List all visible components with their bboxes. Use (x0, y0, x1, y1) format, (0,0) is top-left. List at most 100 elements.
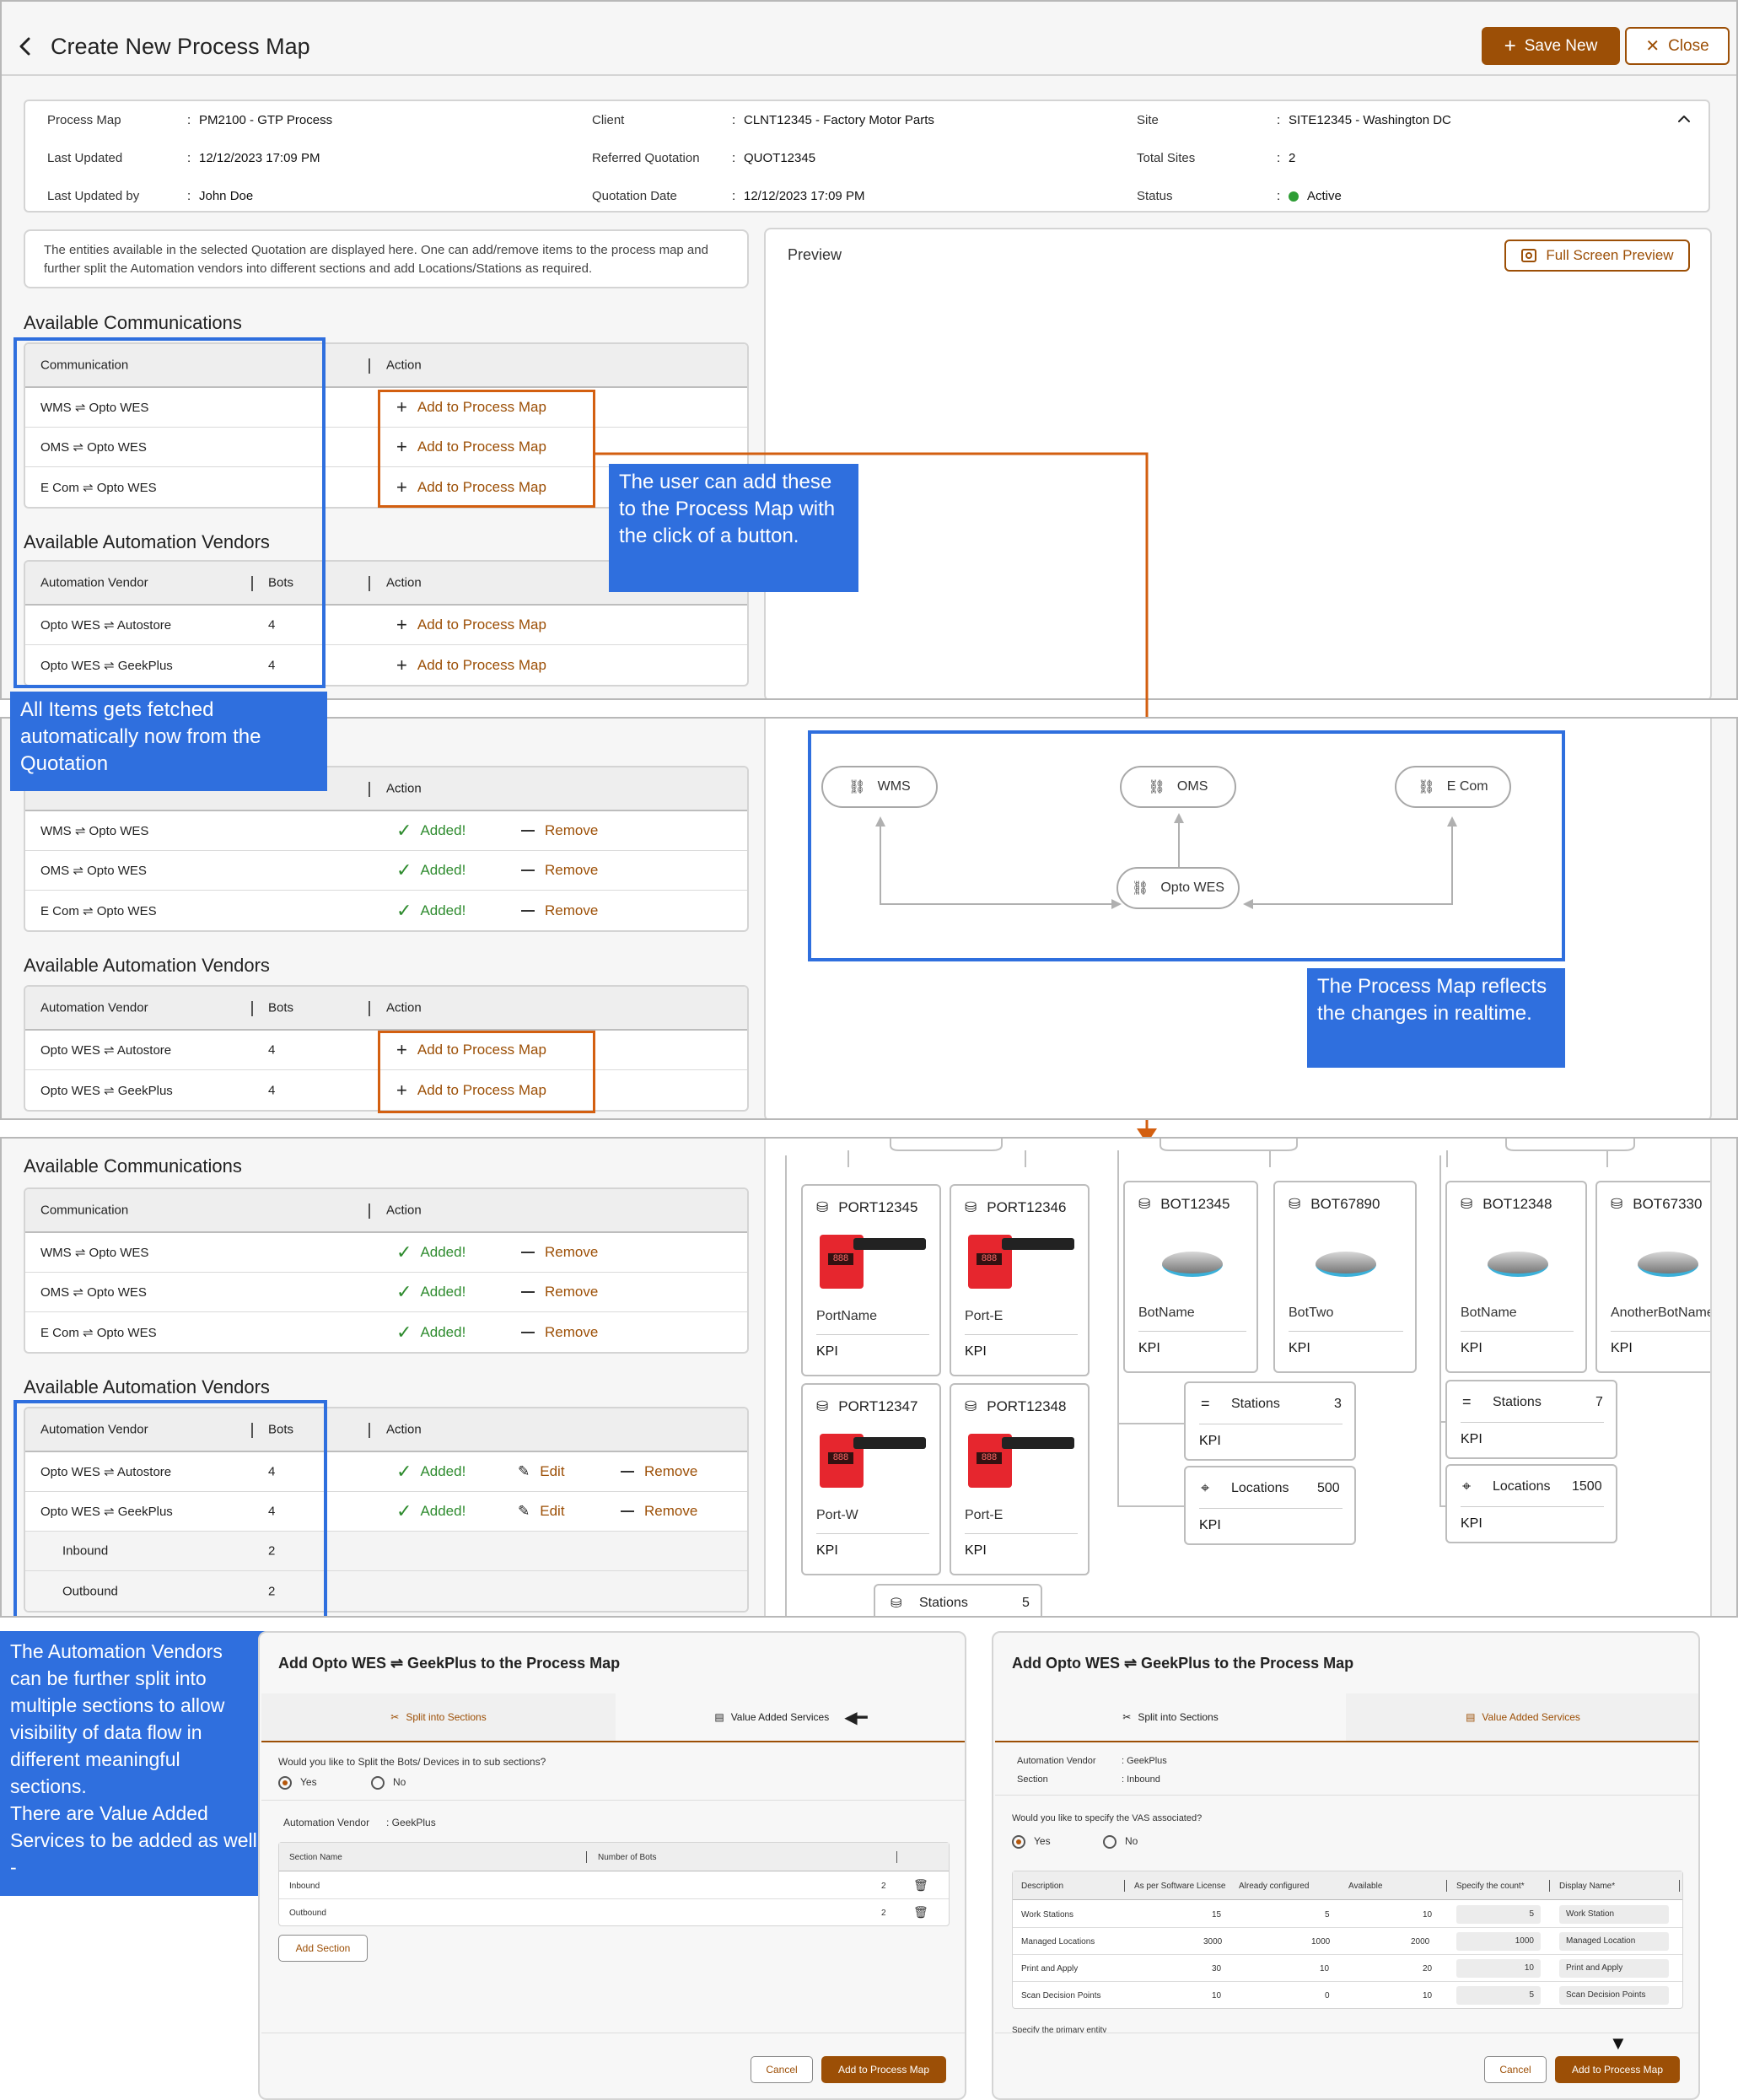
port-name: Port-E (965, 1508, 1004, 1522)
bot-card[interactable]: ⛁ BOT67330 AnotherBotName KPI (1595, 1181, 1710, 1373)
vendor-name: Opto WES ⇌ Autostore (40, 1043, 172, 1058)
radio-empty-icon (1103, 1835, 1117, 1849)
robot-image (1638, 1252, 1698, 1277)
communication-name: OMS ⇌ Opto WES (40, 864, 147, 878)
radio-yes[interactable]: Yes (1012, 1835, 1051, 1849)
add-to-process-map-button[interactable]: Add to Process Map (821, 2056, 946, 2083)
stations-card[interactable]: = Stations 7 KPI (1445, 1380, 1617, 1459)
add-section-button[interactable]: Add Section (278, 1935, 368, 1962)
added-status: ✓ Added! (396, 1461, 466, 1482)
port-card[interactable]: ⛁ PORT12346 888 Port-E KPI (950, 1184, 1090, 1376)
port-card[interactable]: ⛁ PORT12348 888 Port-E KPI (950, 1383, 1090, 1575)
tab-split-into-sections[interactable]: ✂ Split into Sections (261, 1693, 616, 1741)
remove-button[interactable]: Remove (521, 1284, 598, 1300)
split-sections-dialog: Add Opto WES ⇌ GeekPlus to the Process M… (258, 1631, 966, 2100)
count-input[interactable]: 5 (1456, 1986, 1541, 2005)
trash-icon[interactable]: 🗑 (913, 1905, 928, 1920)
page-header: Create New Process Map (2, 15, 1736, 76)
tab-value-added-services[interactable]: ▤ Value Added Services (1346, 1693, 1698, 1741)
remove-button[interactable]: Remove (521, 1324, 598, 1341)
tab-value-added-services[interactable]: ▤ Value Added Services ◀━ (616, 1693, 965, 1741)
plus-icon: + (1504, 34, 1516, 57)
edit-button[interactable]: ✎ Edit (518, 1463, 565, 1480)
full-screen-preview-button[interactable]: Full Screen Preview (1504, 240, 1690, 272)
table-row: WMS ⇌ Opto WES ✓ Added! Remove (25, 811, 747, 851)
section-label: Section (1017, 1774, 1048, 1785)
remove-button[interactable]: Remove (521, 902, 598, 919)
colon: : (1277, 113, 1281, 127)
callout-add-button: The user can add these to the Process Ma… (609, 464, 858, 592)
colon: : (187, 189, 191, 203)
radio-no[interactable]: No (1103, 1835, 1138, 1849)
added-status: ✓ Added! (396, 859, 466, 880)
tab-split-into-sections[interactable]: ✂ Split into Sections (995, 1693, 1346, 1741)
vendor-label: Automation Vendor (283, 1817, 370, 1828)
callout-fetched: All Items gets fetched automatically now… (10, 692, 327, 791)
bot-name: BotTwo (1289, 1306, 1334, 1320)
check-circle-icon: ✓ (396, 820, 412, 841)
vendor-value: : GeekPlus (1122, 1756, 1167, 1766)
remove-button[interactable]: Remove (521, 822, 598, 839)
locations-card[interactable]: ⌖ Locations 500 KPI (1184, 1466, 1356, 1545)
radio-yes[interactable]: Yes (278, 1776, 317, 1790)
colon: : (187, 113, 191, 127)
count-input[interactable]: 5 (1456, 1905, 1541, 1924)
remove-button[interactable]: Remove (521, 862, 598, 879)
stations-card[interactable]: = Stations 3 KPI (1184, 1381, 1356, 1461)
locations-card[interactable]: ⌖ Locations 1500 KPI (1445, 1464, 1617, 1543)
communications-table: Communication Action WMS ⇌ Opto WES ✓ Add… (24, 1187, 749, 1354)
remove-button[interactable]: Remove (621, 1463, 697, 1480)
bot-card[interactable]: ⛁ BOT67890 BotTwo KPI (1273, 1181, 1417, 1373)
bot-card[interactable]: ⛁ BOT12348 BotName KPI (1445, 1181, 1587, 1373)
display-name-input[interactable]: Work Station (1559, 1905, 1669, 1924)
close-button[interactable]: ✕ Close (1625, 27, 1730, 65)
count-input[interactable]: 10 (1456, 1959, 1541, 1978)
count-input[interactable]: 1000 (1456, 1932, 1541, 1951)
add-to-process-map-button[interactable]: + Add to Process Map (396, 614, 546, 636)
back-arrow-icon[interactable] (17, 37, 34, 56)
port-card[interactable]: ⛁ PORT12347 888 Port-W KPI (801, 1383, 941, 1575)
vas-icon: ▤ (1466, 1711, 1476, 1723)
colon: : (1277, 189, 1281, 203)
cancel-button[interactable]: Cancel (1484, 2056, 1547, 2083)
check-circle-icon: ✓ (396, 1321, 412, 1343)
bot-icon: ⛁ (1611, 1196, 1623, 1212)
chevron-up-icon[interactable] (1676, 113, 1692, 125)
bot-icon: ⛁ (1289, 1196, 1301, 1212)
bot-card[interactable]: ⛁ BOT12345 BotName KPI (1123, 1181, 1258, 1373)
display-name-input[interactable]: Print and Apply (1559, 1959, 1669, 1978)
radio-no[interactable]: No (371, 1776, 406, 1790)
highlight-box (378, 390, 595, 508)
trash-icon[interactable]: 🗑 (913, 1878, 928, 1893)
save-new-button[interactable]: + Save New (1482, 27, 1620, 65)
remove-button[interactable]: Remove (521, 1244, 598, 1261)
stations-card[interactable]: ⛁ Stations 5 (874, 1584, 1042, 1616)
dialog-title: Add Opto WES ⇌ GeekPlus to the Process M… (278, 1655, 621, 1672)
add-to-process-map-button[interactable]: Add to Process Map (1555, 2056, 1680, 2083)
highlight-box (13, 337, 326, 688)
display-name-input[interactable]: Scan Decision Points (1559, 1986, 1669, 2005)
table-row: OMS ⇌ Opto WES ✓ Added! Remove (25, 1273, 747, 1312)
table-row: WMS ⇌ Opto WES ✓ Added! Remove (25, 1233, 747, 1273)
port-device-image: 888 (820, 1434, 926, 1491)
action-column-header: Action (386, 1000, 422, 1015)
communication-column-header: Communication (40, 1203, 129, 1218)
remove-button[interactable]: Remove (621, 1503, 697, 1520)
edit-button[interactable]: ✎ Edit (518, 1503, 565, 1520)
last-updated-by-label: Last Updated by (47, 189, 140, 203)
communication-name: OMS ⇌ Opto WES (40, 1285, 147, 1300)
preview-panel: Preview (764, 228, 1712, 698)
quotation-date-label: Quotation Date (592, 189, 677, 203)
table-header: Automation Vendor Bots Action (25, 987, 747, 1031)
page-title: Create New Process Map (51, 34, 310, 59)
vendor-value: : GeekPlus (386, 1817, 436, 1828)
close-icon: ✕ (1645, 37, 1660, 56)
cancel-button[interactable]: Cancel (751, 2056, 813, 2083)
port-card[interactable]: ⛁ PORT12345 888 PortName KPI (801, 1184, 941, 1376)
scissors-icon: ✂ (1122, 1711, 1132, 1723)
colon: : (732, 113, 736, 127)
bot-icon: ⛁ (1138, 1196, 1151, 1212)
add-to-process-map-button[interactable]: + Add to Process Map (396, 654, 546, 676)
display-name-input[interactable]: Managed Location (1559, 1932, 1669, 1951)
highlight-box (808, 730, 1565, 961)
